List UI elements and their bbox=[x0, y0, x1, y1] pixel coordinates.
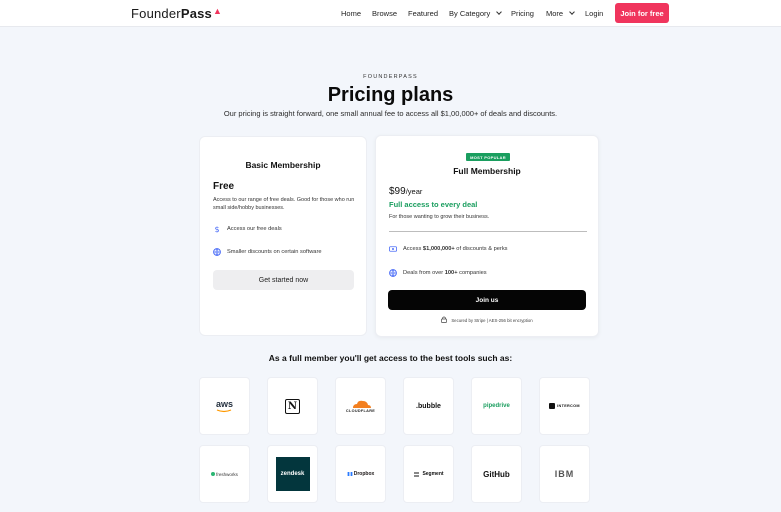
lock-icon bbox=[441, 316, 448, 324]
basic-price: Free bbox=[213, 181, 235, 192]
bubble-logo: .bubble bbox=[416, 402, 441, 410]
feature-text-pre: Access bbox=[403, 246, 423, 252]
chevron-down-icon bbox=[569, 9, 575, 15]
nav-login[interactable]: Login bbox=[585, 9, 603, 18]
full-feature: Deals from over 100+ companies bbox=[389, 269, 487, 277]
nav-by-category-label: By Category bbox=[449, 9, 491, 18]
tool-tile-intercom[interactable]: INTERCOM bbox=[539, 377, 590, 435]
full-feature-text: Deals from over 100+ companies bbox=[403, 270, 487, 276]
logo-text-bold: Pass bbox=[180, 6, 212, 21]
cloudflare-label: CLOUDFLARE bbox=[345, 408, 376, 413]
top-navbar: Founder Pass ▲ Home Browse Featured By Cat… bbox=[0, 0, 781, 27]
intercom-logo: INTERCOM bbox=[549, 403, 580, 409]
nav-home-label: Home bbox=[341, 9, 362, 18]
segment-logo: Segment bbox=[413, 471, 444, 478]
tool-tile-dropbox[interactable]: Dropbox bbox=[335, 445, 386, 503]
basic-description: Access to our range of free deals. Good … bbox=[213, 197, 355, 211]
dropbox-logo: Dropbox bbox=[346, 471, 375, 477]
nav-browse-label: Browse bbox=[372, 9, 398, 18]
pipedrive-logo: pipedrive bbox=[483, 403, 510, 409]
nav-featured-label: Featured bbox=[408, 9, 439, 18]
nav-more[interactable]: More bbox=[546, 9, 575, 18]
full-title: Full Membership bbox=[453, 166, 521, 176]
secure-note: Secured by Stripe | AES-256 bit encrypti… bbox=[376, 316, 598, 324]
nav-pricing-label: Pricing bbox=[511, 9, 534, 18]
join-us-button[interactable]: Join us bbox=[388, 290, 586, 310]
notion-logo: N bbox=[285, 398, 300, 414]
basic-membership-card: Basic Membership Free Access to our rang… bbox=[199, 136, 367, 336]
intercom-icon bbox=[549, 403, 556, 409]
basic-feature: $ Access our free deals bbox=[213, 225, 282, 233]
secure-text: Secured by Stripe | AES-256 bit encrypti… bbox=[451, 317, 533, 323]
dollar-icon: $ bbox=[213, 225, 221, 233]
zendesk-logo: zendesk bbox=[275, 457, 310, 491]
nav-home[interactable]: Home bbox=[341, 9, 361, 18]
basic-feature-text: Access our free deals bbox=[227, 226, 282, 232]
most-popular-badge: MOST POPULAR bbox=[466, 153, 510, 161]
eyebrow-text: FOUNDERPASS bbox=[363, 74, 418, 80]
ibm-logo: IBM bbox=[554, 469, 575, 479]
deals-icon bbox=[389, 245, 397, 253]
github-logo: GitHub bbox=[483, 469, 510, 479]
nav-login-label: Login bbox=[585, 9, 604, 18]
page-title: Pricing plans bbox=[327, 84, 454, 106]
tool-tile-github[interactable]: GitHub bbox=[471, 445, 522, 503]
tool-tile-ibm[interactable]: IBM bbox=[539, 445, 590, 503]
tool-tile-aws[interactable]: aws bbox=[199, 377, 250, 435]
aws-logo: aws bbox=[215, 398, 233, 413]
tool-tile-bubble[interactable]: .bubble bbox=[403, 377, 454, 435]
basic-feature-text: Smaller discounts on certain software bbox=[227, 249, 322, 255]
get-started-button[interactable]: Get started now bbox=[213, 270, 354, 290]
basic-feature: Smaller discounts on certain software bbox=[213, 248, 322, 256]
nav-by-category[interactable]: By Category bbox=[449, 9, 503, 18]
feature-text-bold: $1,000,000+ bbox=[422, 246, 455, 252]
svg-text:$: $ bbox=[214, 225, 219, 233]
feature-text-post: of discounts & perks bbox=[454, 246, 508, 252]
full-price: $99/year bbox=[389, 186, 422, 197]
join-for-free-button[interactable]: Join for free bbox=[615, 3, 669, 23]
zendesk-label: zendesk bbox=[280, 471, 305, 477]
feature-text-pre: Deals from over bbox=[403, 270, 445, 276]
globe-icon bbox=[213, 248, 221, 256]
tool-tile-freshworks[interactable]: freshworks bbox=[199, 445, 250, 503]
dropbox-icon bbox=[346, 471, 353, 476]
logo-text-regular: Founder bbox=[131, 6, 181, 21]
segment-label: Segment bbox=[422, 471, 444, 477]
chevron-down-icon bbox=[496, 9, 503, 15]
full-feature: Access $1,000,000+ of discounts & perks bbox=[389, 245, 508, 253]
feature-text-post: companies bbox=[457, 270, 487, 276]
founderpass-logo[interactable]: Founder Pass ▲ bbox=[131, 5, 223, 22]
globe-icon bbox=[389, 269, 397, 277]
full-feature-text: Access $1,000,000+ of discounts & perks bbox=[403, 246, 508, 252]
tool-tile-notion[interactable]: N bbox=[267, 377, 318, 435]
basic-title: Basic Membership bbox=[245, 160, 321, 170]
dropbox-label: Dropbox bbox=[353, 471, 375, 477]
freshworks-label: freshworks bbox=[216, 471, 238, 477]
tool-tile-cloudflare[interactable]: CLOUDFLARE bbox=[335, 377, 386, 435]
full-price-period: /year bbox=[405, 187, 423, 196]
nav-browse[interactable]: Browse bbox=[372, 9, 397, 18]
feature-text-bold: 100+ bbox=[444, 270, 458, 276]
tool-tile-segment[interactable]: Segment bbox=[403, 445, 454, 503]
full-price-amount: $99 bbox=[389, 186, 406, 197]
cloudflare-logo: CLOUDFLARE bbox=[346, 400, 375, 413]
tools-heading: As a full member you'll get access to th… bbox=[268, 353, 513, 363]
nav-featured[interactable]: Featured bbox=[408, 9, 438, 18]
tool-tile-zendesk[interactable]: zendesk bbox=[267, 445, 318, 503]
intercom-label: INTERCOM bbox=[557, 404, 580, 408]
divider bbox=[389, 231, 587, 232]
freshworks-logo: freshworks bbox=[211, 472, 238, 477]
freshworks-icon bbox=[211, 472, 216, 476]
page-subtitle: Our pricing is straight forward, one sma… bbox=[223, 109, 558, 118]
full-access-text: Full access to every deal bbox=[389, 200, 478, 209]
tool-tile-pipedrive[interactable]: pipedrive bbox=[471, 377, 522, 435]
segment-icon bbox=[414, 472, 420, 476]
full-membership-card: MOST POPULAR Full Membership $99/year Fu… bbox=[375, 135, 599, 337]
flame-icon: ▲ bbox=[213, 5, 223, 16]
aws-label: aws bbox=[215, 398, 233, 409]
nav-pricing[interactable]: Pricing bbox=[511, 9, 534, 18]
nav-more-label: More bbox=[546, 9, 564, 18]
full-description: For those wanting to grow their business… bbox=[389, 214, 490, 220]
